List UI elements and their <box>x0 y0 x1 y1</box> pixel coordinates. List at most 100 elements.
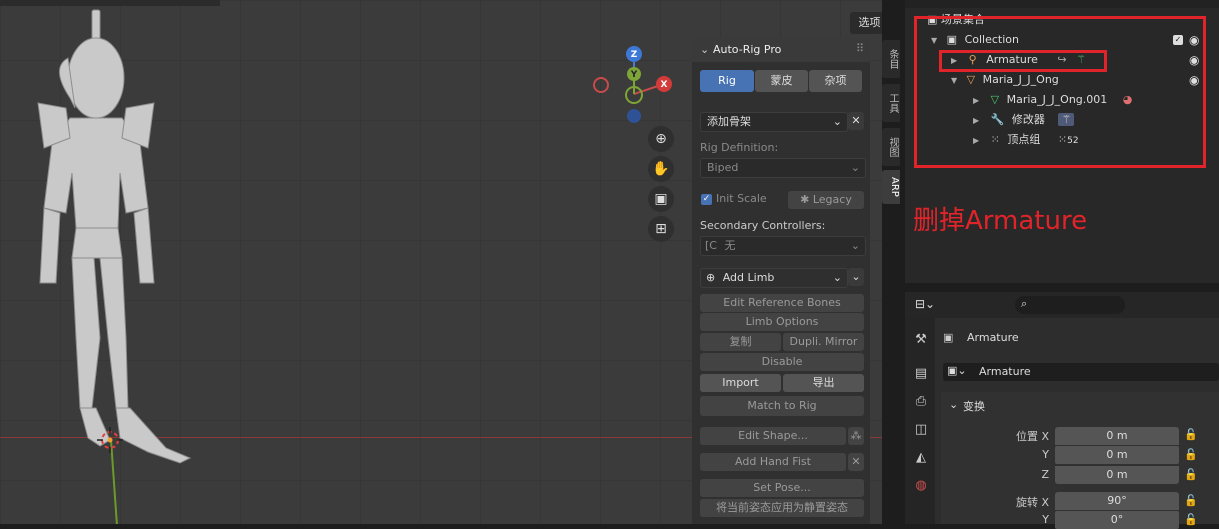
collapse-icon[interactable]: ⌄ <box>700 43 709 56</box>
rotation-x-label: 旋转 X <box>1015 496 1049 509</box>
import-button[interactable]: Import <box>700 374 781 392</box>
shape-options-icon[interactable]: ⁂ <box>848 427 864 445</box>
tab-tool[interactable]: 工具 <box>882 84 900 122</box>
outliner-header <box>905 0 1219 8</box>
chevron-down-icon: ⌄ <box>850 239 860 252</box>
hand-pan-icon[interactable]: ✋ <box>648 156 674 182</box>
plus-circle-icon: ⊕ <box>706 271 716 284</box>
bone-icon: [C <box>705 239 717 252</box>
lock-icon[interactable]: 🔓 <box>1184 513 1198 526</box>
search-icon: ⌕ <box>1021 297 1028 310</box>
limb-options-label: Limb Options <box>745 315 819 328</box>
rig-definition-label: Rig Definition: <box>700 141 779 154</box>
legacy-button[interactable]: ✱ Legacy <box>788 191 864 209</box>
navigation-gizmo[interactable]: Z Y X <box>588 44 678 124</box>
chevron-down-icon: ⌄ <box>832 271 842 284</box>
editor-type-icon[interactable]: ⊟⌄ <box>915 297 935 311</box>
options-dropdown[interactable]: 选项 ▾ <box>850 12 882 34</box>
rig-definition-value: Biped <box>707 161 739 174</box>
rotation-y-field[interactable]: 0° <box>1055 511 1179 529</box>
output-icon[interactable]: ⎙ <box>911 394 931 414</box>
edit-reference-bones-button[interactable]: Edit Reference Bones <box>700 294 864 312</box>
world-icon[interactable]: ◍ <box>911 478 931 498</box>
panel-title: Auto-Rig Pro <box>713 43 782 56</box>
drag-handle-icon[interactable]: ⠿ <box>856 42 864 55</box>
close-icon[interactable]: ✕ <box>848 112 864 130</box>
object-name: Armature <box>967 331 1019 344</box>
properties-header: ⊟⌄ ⌕ <box>905 292 1219 318</box>
rig-definition-select[interactable]: Biped ⌄ <box>700 158 866 178</box>
character-model[interactable] <box>30 8 220 468</box>
add-hand-fist-button[interactable]: Add Hand Fist <box>700 453 846 471</box>
tab-item[interactable]: 条目 <box>882 40 900 78</box>
outliner-panel: ▣ 场景集合 ▼ ▣ Collection ✓ ◉ ▶ ⚲ Armature ↪… <box>905 0 1219 283</box>
tool-settings-icon[interactable]: ⚒ <box>911 332 931 352</box>
annotation-armature-box <box>939 50 1107 72</box>
rotation-x-field[interactable]: 90° <box>1055 492 1179 510</box>
lock-icon[interactable]: 🔓 <box>1184 428 1198 441</box>
location-x-label: 位置 X <box>1015 430 1049 443</box>
limb-options-button[interactable]: Limb Options <box>700 313 864 331</box>
gizmo-z-label: Z <box>631 50 638 60</box>
add-armature-label: 添加骨架 <box>707 115 751 128</box>
gizmo-y-label: Y <box>630 70 638 80</box>
legacy-label: Legacy <box>812 193 852 206</box>
object-field-value: Armature <box>979 365 1031 378</box>
camera-icon[interactable]: ▣ <box>648 186 674 212</box>
match-to-rig-label: Match to Rig <box>747 399 817 412</box>
object-name-field[interactable]: ▣⌄ Armature <box>943 363 1219 381</box>
annotation-text: 删掉Armature <box>913 206 1088 236</box>
edit-reference-bones-label: Edit Reference Bones <box>723 296 841 309</box>
tab-view[interactable]: 视图 <box>882 128 900 166</box>
export-button[interactable]: 导出 <box>783 374 864 392</box>
location-y-field[interactable]: 0 m <box>1055 446 1179 464</box>
rotation-y-label: Y <box>1042 513 1049 526</box>
secondary-controllers-select[interactable]: [C 无 ⌄ <box>700 236 866 256</box>
grid-icon[interactable]: ⊞ <box>648 216 674 242</box>
zoom-icon[interactable]: ⊕ <box>648 126 674 152</box>
options-label: 选项 <box>858 16 881 29</box>
location-z-label: Z <box>1041 468 1049 481</box>
3d-cursor-icon <box>97 427 123 453</box>
properties-panel: ⊟⌄ ⌕ ⚒ ▤ ⎙ ◫ ◭ ◍ ▣ Armature ▣⌄ Armature … <box>905 292 1219 524</box>
auto-rig-pro-panel: ⌄ Auto-Rig Pro ⠿ Rig 蒙皮 杂项 添加骨架 ⌄ ✕ Rig … <box>692 38 870 524</box>
transform-section-title: 变换 <box>963 400 985 413</box>
close-icon[interactable]: ✕ <box>848 453 864 471</box>
legacy-icon: ✱ <box>800 193 813 206</box>
object-type-icon: ▣⌄ <box>947 364 967 377</box>
add-limb-dropdown[interactable]: ⊕ Add Limb ⌄ <box>700 268 848 288</box>
secondary-controllers-value: 无 <box>724 239 736 252</box>
lock-icon[interactable]: 🔓 <box>1184 468 1198 481</box>
scene-icon[interactable]: ◭ <box>911 450 931 470</box>
viewport-header <box>0 0 220 6</box>
disable-label: Disable <box>761 355 803 368</box>
init-scale-label: Init Scale <box>716 192 767 205</box>
copy-button[interactable]: 复制 <box>700 333 781 351</box>
view-layer-icon[interactable]: ◫ <box>911 422 931 442</box>
lock-icon[interactable]: 🔓 <box>1184 448 1198 461</box>
object-icon: ▣ <box>943 331 954 344</box>
location-x-field[interactable]: 0 m <box>1055 427 1179 445</box>
tab-skin[interactable]: 蒙皮 <box>755 70 808 92</box>
lock-icon[interactable]: 🔓 <box>1184 494 1198 507</box>
panel-header[interactable]: ⌄ Auto-Rig Pro ⠿ <box>692 38 870 62</box>
dupli-mirror-button[interactable]: Dupli. Mirror <box>783 333 864 351</box>
add-armature-dropdown[interactable]: 添加骨架 ⌄ <box>700 112 848 132</box>
secondary-controllers-label: Secondary Controllers: <box>700 219 826 232</box>
add-limb-label: Add Limb <box>722 271 775 284</box>
chevron-down-icon[interactable]: ⌄ <box>848 268 864 286</box>
set-pose-button[interactable]: Set Pose... <box>700 479 864 497</box>
render-icon[interactable]: ▤ <box>911 366 931 386</box>
disable-button[interactable]: Disable <box>700 353 864 371</box>
location-z-field[interactable]: 0 m <box>1055 466 1179 484</box>
match-to-rig-button[interactable]: Match to Rig <box>700 396 864 416</box>
apply-rest-pose-button[interactable]: 将当前姿态应用为静置姿态 <box>700 499 864 517</box>
tab-arp[interactable]: ARP <box>882 170 900 204</box>
tab-rig[interactable]: Rig <box>700 70 754 92</box>
edit-shape-button[interactable]: Edit Shape... <box>700 427 846 445</box>
collapse-icon[interactable]: ⌄ <box>949 398 958 411</box>
init-scale-checkbox[interactable]: ✓ <box>701 194 712 205</box>
search-input[interactable]: ⌕ <box>1015 296 1125 314</box>
annotation-outer-box <box>914 16 1206 168</box>
tab-misc[interactable]: 杂项 <box>809 70 862 92</box>
